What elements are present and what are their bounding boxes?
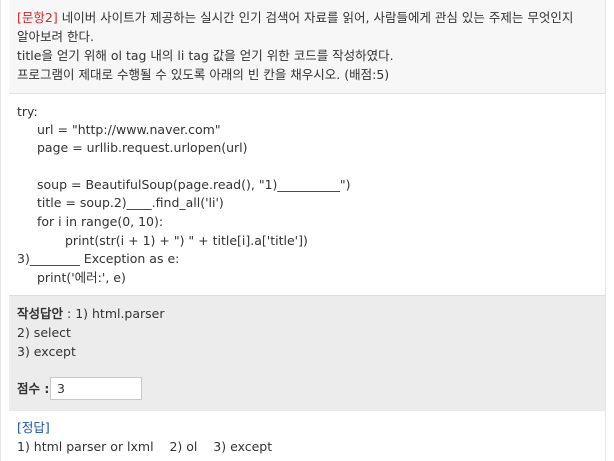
page-border-left [0, 0, 1, 461]
code-line: print(str(i + 1) + ") " + title[i].a['ti… [65, 233, 308, 248]
answer-label: 작성답안 [17, 306, 64, 321]
score-input[interactable] [50, 377, 142, 400]
correct-answer-title: [정답] [17, 420, 50, 435]
code-line: try: [17, 104, 38, 119]
code-line: title = soup.2)____.find_all('li') [37, 195, 224, 210]
question-line-2: 알아보려 한다. [17, 29, 94, 44]
answer-box: 작성답안 : 1) html.parser 2) select 3) excep… [9, 295, 605, 411]
answer-line-1: 작성답안 : 1) html.parser [17, 304, 165, 323]
code-block: try: url = "http://www.naver.com" page =… [9, 94, 605, 294]
question-text-1: 네이버 사이트가 제공하는 실시간 인기 검색어 자료를 읽어, 사람들에게 관… [57, 10, 574, 25]
answer-line-3: 3) except [17, 344, 76, 359]
code-line: for i in range(0, 10): [37, 214, 164, 229]
answer-line-2: 2) select [17, 325, 71, 340]
question-line-3: title을 얻기 위해 ol tag 내의 li tag 값을 얻기 위한 코… [17, 48, 394, 63]
score-label: 점수 : [17, 381, 50, 396]
correct-answer-text: 1) html parser or lxml 2) ol 3) except [17, 439, 273, 454]
code-line: 3)________ Exception as e: [17, 251, 180, 266]
code-line: print('에러:', e) [37, 270, 126, 285]
question-number: [문항2] [17, 10, 58, 25]
answer-separator: : [63, 306, 76, 321]
question-line-1: [문항2] 네이버 사이트가 제공하는 실시간 인기 검색어 자료를 읽어, 사… [17, 9, 573, 27]
question-box: [문항2] 네이버 사이트가 제공하는 실시간 인기 검색어 자료를 읽어, 사… [9, 0, 605, 94]
code-line: page = urllib.request.urlopen(url) [37, 140, 248, 155]
answer-text-1: 1) html.parser [75, 306, 165, 321]
question-line-4: 프로그램이 제대로 수행될 수 있도록 아래의 빈 칸을 채우시오. (배점:5… [17, 67, 390, 82]
correct-answer-box: [정답] 1) html parser or lxml 2) ol 3) exc… [9, 411, 605, 461]
page-border-right [605, 0, 606, 461]
code-line: url = "http://www.naver.com" [37, 122, 221, 137]
code-line: soup = BeautifulSoup(page.read(), "1)___… [37, 177, 351, 192]
